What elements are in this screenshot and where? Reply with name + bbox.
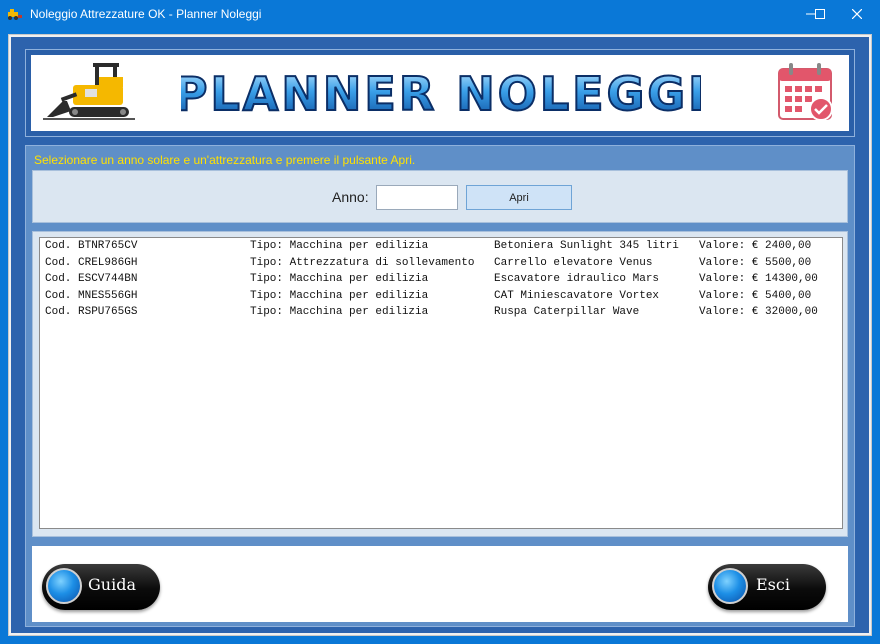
item-value: Valore: € 2400,00 xyxy=(699,240,812,252)
item-name: Carrello elevatore Venus xyxy=(494,256,653,269)
filter-box: Anno: Apri xyxy=(32,170,848,223)
item-value: Valore: € 14300,00 xyxy=(699,273,818,285)
item-type: Tipo: Macchina per edilizia xyxy=(250,240,429,252)
item-value: Valore: € 5400,00 xyxy=(699,289,812,302)
item-type: Tipo: Attrezzatura di sollevamento xyxy=(250,256,475,269)
apri-button[interactable]: Apri xyxy=(466,185,572,210)
window-client: PLANNER NOLEGGI Selezionare un anno sola… xyxy=(8,34,872,636)
item-type: Tipo: Macchina per edilizia xyxy=(250,306,429,318)
main-frame: PLANNER NOLEGGI Selezionare un anno sola… xyxy=(11,37,869,633)
title-bar: Noleggio Attrezzature OK - Planner Noleg… xyxy=(0,0,880,28)
item-value: Valore: € 32000,00 xyxy=(699,306,818,318)
equipment-list[interactable]: Cod. BTNR765CV Tipo: Macchina per ediliz… xyxy=(39,237,843,529)
esci-button[interactable]: Esci xyxy=(708,564,826,610)
anno-label: Anno: xyxy=(332,189,369,205)
app-icon xyxy=(8,9,22,20)
close-icon xyxy=(852,9,862,19)
item-name: Escavatore idraulico Mars xyxy=(494,273,660,285)
anno-input[interactable] xyxy=(376,185,458,210)
item-name: Betoniera Sunlight 345 litri xyxy=(494,240,679,252)
item-name: Ruspa Caterpillar Wave xyxy=(494,306,640,318)
item-code: Cod. RSPU765GS xyxy=(45,306,138,318)
svg-text:PLANNER NOLEGGI: PLANNER NOLEGGI xyxy=(181,67,701,121)
window-title: Noleggio Attrezzature OK - Planner Noleg… xyxy=(30,7,262,21)
esci-label: Esci xyxy=(756,575,790,594)
header-frame: PLANNER NOLEGGI xyxy=(25,49,855,137)
item-code: Cod. CREL986GH xyxy=(45,256,138,269)
item-name: CAT Miniescavatore Vortex xyxy=(494,289,660,302)
guida-label: Guida xyxy=(88,575,136,594)
guida-button[interactable]: Guida xyxy=(42,564,160,610)
item-code: Cod. MNES556GH xyxy=(45,289,138,302)
list-item[interactable]: Cod. RSPU765GS Tipo: Macchina per ediliz… xyxy=(40,304,842,321)
bulldozer-icon xyxy=(43,63,135,120)
item-value: Valore: € 5500,00 xyxy=(699,256,812,269)
calendar-check-icon xyxy=(778,63,833,121)
item-type: Tipo: Macchina per edilizia xyxy=(250,289,429,302)
list-item[interactable]: Cod. CREL986GH Tipo: Attrezzatura di sol… xyxy=(40,255,842,272)
item-code: Cod. BTNR765CV xyxy=(45,240,138,252)
list-container: Cod. BTNR765CV Tipo: Macchina per ediliz… xyxy=(32,231,848,537)
footer: Guida Esci xyxy=(32,546,848,622)
list-item[interactable]: Cod. MNES556GH Tipo: Macchina per ediliz… xyxy=(40,288,842,305)
list-item[interactable]: Cod. ESCV744BN Tipo: Macchina per ediliz… xyxy=(40,271,842,288)
esci-orb-icon xyxy=(712,568,748,604)
list-item[interactable]: Cod. BTNR765CV Tipo: Macchina per ediliz… xyxy=(40,238,842,255)
item-code: Cod. ESCV744BN xyxy=(45,273,138,285)
instructions-text: Selezionare un anno solare e un'attrezza… xyxy=(34,153,416,167)
header: PLANNER NOLEGGI xyxy=(31,55,849,131)
item-type: Tipo: Macchina per edilizia xyxy=(250,273,429,285)
main-panel: Selezionare un anno solare e un'attrezza… xyxy=(25,145,855,627)
guida-orb-icon xyxy=(46,568,82,604)
maximize-icon xyxy=(815,9,825,19)
banner-title: PLANNER NOLEGGI xyxy=(181,66,701,122)
close-button[interactable] xyxy=(834,0,880,28)
